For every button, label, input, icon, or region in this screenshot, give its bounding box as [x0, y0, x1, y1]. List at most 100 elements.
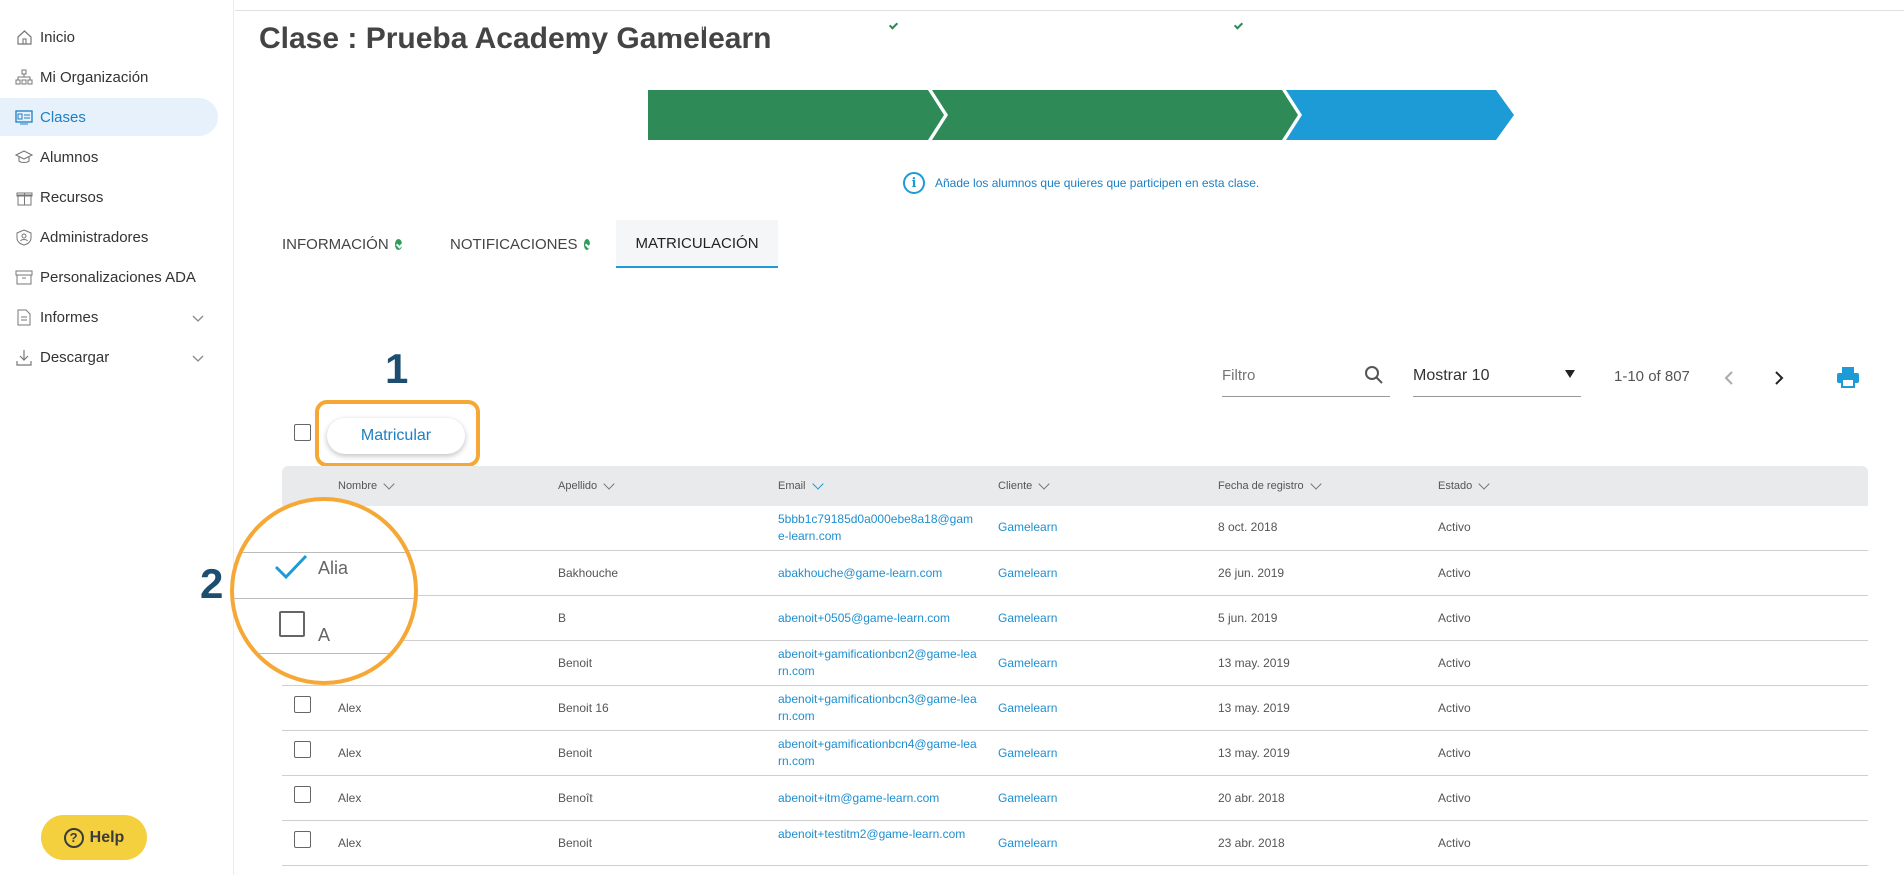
sidebar-item-alumnos[interactable]: Alumnos — [0, 138, 218, 176]
step-informacion-general[interactable]: 1 INFORMACIÓN GENERAL — [671, 0, 899, 50]
cell-estado: Activo — [1438, 746, 1471, 760]
tab-informacion[interactable]: INFORMACIÓN — [282, 220, 402, 268]
tab-label: MATRICULACIÓN — [635, 234, 759, 252]
cell-cliente[interactable]: Gamelearn — [998, 519, 1057, 536]
gift-icon — [14, 187, 34, 207]
sidebar-item-label: Clases — [40, 108, 86, 126]
sidebar-item-informes[interactable]: Informes — [0, 298, 218, 336]
cell-fecha: 13 may. 2019 — [1218, 701, 1290, 715]
cell-apellido: Benoit — [558, 746, 593, 760]
column-label: Email — [778, 480, 806, 492]
cell-email[interactable]: abenoit+testitm2@game-learn.com — [778, 826, 978, 843]
cell-cliente[interactable]: Gamelearn — [998, 655, 1057, 672]
zoom-name-1: Alia — [318, 558, 349, 578]
cell-cliente[interactable]: Gamelearn — [998, 610, 1057, 627]
filter-input[interactable] — [1222, 355, 1352, 395]
next-page-button[interactable] — [1767, 366, 1791, 390]
home-icon — [14, 27, 34, 47]
sidebar-item-mi-organizacion[interactable]: Mi Organización — [0, 58, 218, 96]
sort-icon — [1309, 478, 1322, 490]
cell-cliente[interactable]: Gamelearn — [998, 565, 1057, 582]
table-row[interactable]: Alex Benoit 16 abenoit+gamificationbcn3@… — [282, 686, 1868, 731]
column-header-apellido[interactable]: Apellido — [558, 478, 615, 492]
sidebar-item-administradores[interactable]: Administradores — [0, 218, 218, 256]
table-header: Nombre Apellido Email Cliente Fecha de r… — [282, 466, 1868, 506]
table-row[interactable]: Bakhouche abakhouche@game-learn.com Game… — [282, 551, 1868, 596]
step-label: CONFIGURAR NOTIFICACIONES — [992, 16, 1225, 34]
sidebar-item-clases[interactable]: Clases — [0, 98, 218, 136]
cell-email[interactable]: abenoit+gamificationbcn2@game-learn.com — [778, 646, 978, 680]
help-button[interactable]: ? Help — [41, 815, 147, 860]
sidebar-item-descargar[interactable]: Descargar — [0, 338, 218, 376]
cell-apellido: Benoit — [558, 836, 593, 850]
search-icon[interactable] — [1364, 365, 1384, 390]
cell-cliente[interactable]: Gamelearn — [998, 700, 1057, 717]
column-header-email[interactable]: Email — [778, 478, 824, 492]
column-header-nombre[interactable]: Nombre — [338, 478, 395, 492]
print-button[interactable] — [1836, 366, 1862, 390]
sidebar-item-label: Inicio — [40, 28, 76, 46]
page-size-select[interactable]: Mostrar 10 — [1413, 355, 1581, 397]
divider — [234, 598, 414, 599]
sidebar-item-inicio[interactable]: Inicio — [0, 18, 218, 56]
column-label: Estado — [1438, 480, 1473, 492]
row-checkbox[interactable] — [294, 786, 311, 803]
cell-email[interactable]: abenoit+gamificationbcn3@game-learn.com — [778, 691, 978, 725]
tab-matriculacion[interactable]: MATRICULACIÓN — [616, 220, 778, 268]
sidebar-item-label: Alumnos — [40, 148, 99, 166]
checkmark-icon — [274, 554, 308, 580]
cell-email[interactable]: abakhouche@game-learn.com — [778, 565, 978, 582]
table-row[interactable]: 5bbb1c79185d0a000ebe8a18@game-learn.com … — [282, 506, 1868, 551]
cell-nombre: Alex — [338, 791, 362, 805]
table-row[interactable]: Alex Benoit abenoit+testitm2@game-learn.… — [282, 821, 1868, 866]
step-number: 3 — [1314, 9, 1329, 40]
printer-icon — [1837, 367, 1859, 388]
row-checkbox[interactable] — [294, 696, 311, 713]
row-checkbox[interactable] — [294, 831, 311, 848]
cell-email[interactable]: abenoit+itm@game-learn.com — [778, 790, 978, 807]
cell-email[interactable]: abenoit+gamificationbcn4@game-learn.com — [778, 736, 978, 770]
table-row[interactable]: Benoit abenoit+gamificationbcn2@game-lea… — [282, 641, 1868, 686]
tab-notificaciones[interactable]: NOTIFICACIONES — [450, 220, 590, 268]
step-configurar-notificaciones[interactable]: 2 CONFIGURAR NOTIFICACIONES — [966, 0, 1244, 50]
cell-nombre: Alex — [338, 746, 362, 760]
pagination-info: 1-10 of 807 — [1614, 368, 1690, 385]
cell-email[interactable]: abenoit+0505@game-learn.com — [778, 610, 978, 627]
cell-email[interactable]: 5bbb1c79185d0a000ebe8a18@game-learn.com — [778, 511, 978, 545]
table-row[interactable]: Alex Benoit abenoit+gamificationbcn4@gam… — [282, 731, 1868, 776]
info-icon: i — [903, 172, 925, 194]
cell-estado: Activo — [1438, 791, 1471, 805]
annotation-number-1: 1 — [385, 345, 409, 392]
chevron-down-icon[interactable] — [192, 350, 204, 367]
sidebar-item-personalizaciones[interactable]: Personalizaciones ADA — [0, 258, 218, 296]
cell-cliente[interactable]: Gamelearn — [998, 835, 1057, 852]
step-matriculacion[interactable]: 3 MATRICULACIÓN — [1314, 0, 1464, 50]
chevron-down-icon[interactable] — [192, 310, 204, 327]
stepper-background — [648, 90, 1514, 140]
column-header-fecha[interactable]: Fecha de registro — [1218, 478, 1322, 492]
prev-page-button[interactable] — [1717, 366, 1741, 390]
sort-icon — [383, 478, 395, 490]
sidebar-item-label: Administradores — [40, 228, 149, 246]
sidebar-item-label: Descargar — [40, 348, 110, 366]
cell-cliente[interactable]: Gamelearn — [998, 745, 1057, 762]
cell-cliente[interactable]: Gamelearn — [998, 790, 1057, 807]
sort-icon — [811, 478, 824, 490]
cell-fecha: 8 oct. 2018 — [1218, 520, 1278, 534]
select-all-checkbox[interactable] — [294, 424, 311, 441]
sidebar-item-recursos[interactable]: Recursos — [0, 178, 218, 216]
cell-fecha: 13 may. 2019 — [1218, 656, 1290, 670]
column-header-estado[interactable]: Estado — [1438, 478, 1490, 492]
row-checkbox[interactable] — [294, 741, 311, 758]
annotation-number-2: 2 — [200, 560, 224, 607]
table-row[interactable]: Alex Benoît abenoit+itm@game-learn.com G… — [282, 776, 1868, 821]
step-label: MATRICULACIÓN — [1340, 16, 1464, 34]
column-header-cliente[interactable]: Cliente — [998, 478, 1050, 492]
cell-nombre: Alex — [338, 701, 362, 715]
sidebar-item-label: Recursos — [40, 188, 104, 206]
matricular-button[interactable]: Matricular — [327, 418, 465, 454]
cell-estado: Activo — [1438, 836, 1471, 850]
cell-apellido: Benoit — [558, 656, 593, 670]
table-row[interactable]: B abenoit+0505@game-learn.com Gamelearn … — [282, 596, 1868, 641]
cell-estado: Activo — [1438, 656, 1471, 670]
